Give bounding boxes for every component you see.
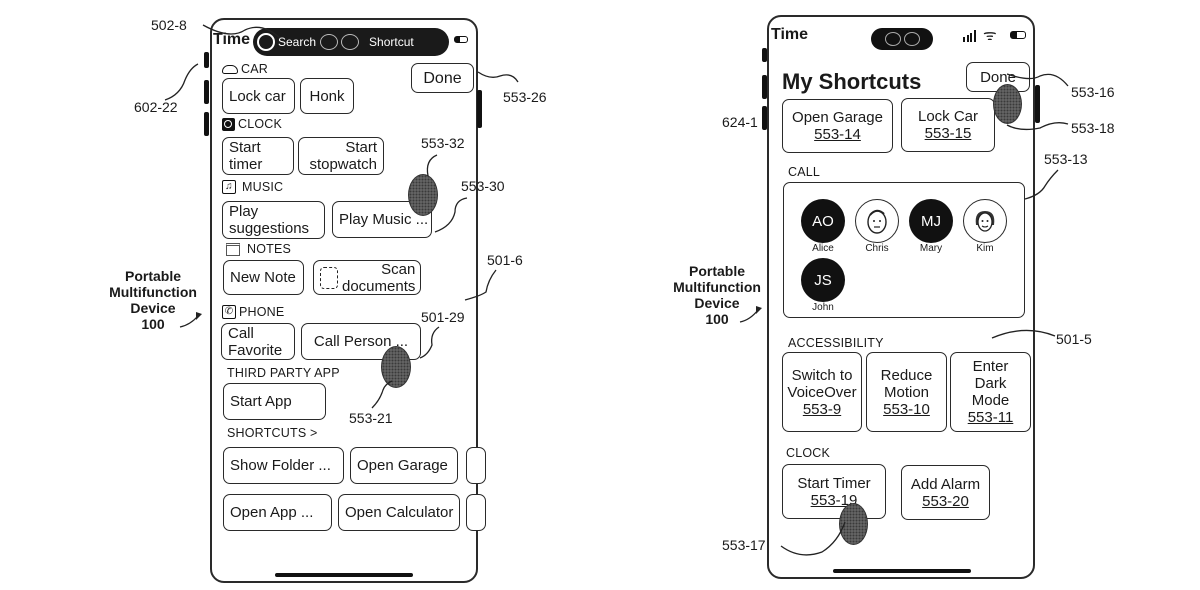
face-icon <box>867 209 887 234</box>
touch-contact-553-21 <box>381 346 411 388</box>
notes-icon <box>226 242 240 256</box>
ref-label: 502-8 <box>151 17 187 33</box>
right-side-button <box>477 90 482 128</box>
scan-documents-button[interactable]: Scan documents <box>313 260 421 295</box>
home-indicator[interactable] <box>275 573 413 577</box>
signal-icon <box>963 30 976 42</box>
contact-name: John <box>812 302 834 313</box>
cut-off-button[interactable] <box>466 494 486 531</box>
call-favorite-button[interactable]: Call Favorite <box>221 323 295 360</box>
contact-avatar-alice[interactable]: AO <box>801 199 845 243</box>
phone-icon: ✆ <box>222 305 236 319</box>
open-garage-button[interactable]: Open Garage <box>350 447 458 484</box>
ref-label: 553-32 <box>421 135 465 151</box>
car-icon <box>222 64 238 74</box>
voiceover-button[interactable]: Switch to VoiceOver 553-9 <box>782 352 862 432</box>
touch-contact-553-32 <box>408 174 438 216</box>
battery-icon <box>454 36 468 43</box>
start-timer-button[interactable]: Start Timer 553-19 <box>782 464 886 519</box>
contact-name: Kim <box>976 243 994 254</box>
ref-label: 553-13 <box>1044 151 1088 167</box>
start-app-button[interactable]: Start App <box>223 383 326 420</box>
touch-contact-553-18 <box>993 84 1022 124</box>
shortcut-label: Shortcut <box>369 35 414 49</box>
ref-label: 501-6 <box>487 252 523 268</box>
ref-label: 501-29 <box>421 309 465 325</box>
play-suggestions-button[interactable]: Play suggestions <box>222 201 325 239</box>
dark-mode-button[interactable]: Enter Dark Mode 553-11 <box>950 352 1031 432</box>
status-time: Time <box>771 26 809 43</box>
device-caption-right: Portable Multifunction Device 100 <box>673 263 761 327</box>
section-accessibility: ACCESSIBILITY <box>788 336 884 350</box>
left-side-button-2 <box>204 80 209 104</box>
contact-name: Alice <box>812 243 834 254</box>
left-side-button-3 <box>762 106 767 130</box>
section-clock: CLOCK <box>786 446 831 460</box>
start-timer-button[interactable]: Start timer <box>222 137 294 175</box>
camera-icon <box>884 32 901 46</box>
show-folder-button[interactable]: Show Folder ... <box>223 447 344 484</box>
section-call: CALL <box>788 165 821 179</box>
dynamic-island <box>871 28 933 50</box>
contact-name: Chris <box>865 243 889 254</box>
open-garage-button[interactable]: Open Garage 553-14 <box>782 99 893 153</box>
camera-icon <box>903 32 920 46</box>
leader-line <box>164 63 199 101</box>
device-caption-left: Portable Multifunction Device 100 <box>109 268 197 332</box>
done-button[interactable]: Done <box>411 63 474 93</box>
leader-line <box>477 71 519 83</box>
honk-button[interactable]: Honk <box>300 78 354 114</box>
section-notes: NOTES <box>226 242 291 256</box>
open-app-button[interactable]: Open App ... <box>223 494 332 531</box>
contact-avatar-john[interactable]: JS <box>801 258 845 302</box>
ref-label: 553-21 <box>349 410 393 426</box>
start-stopwatch-button[interactable]: Start stopwatch <box>298 137 384 175</box>
section-third-party-app: THIRD PARTY APP <box>227 366 340 380</box>
page-title: My Shortcuts <box>782 69 922 94</box>
ref-label: 553-30 <box>461 178 505 194</box>
contact-avatar-mary[interactable]: MJ <box>909 199 953 243</box>
battery-icon <box>1010 31 1026 39</box>
camera-icon <box>320 34 339 50</box>
search-icon <box>257 33 275 51</box>
home-indicator[interactable] <box>833 569 971 573</box>
contact-name: Mary <box>919 243 943 254</box>
open-calculator-button[interactable]: Open Calculator <box>338 494 460 531</box>
touch-contact-553-17 <box>839 503 868 545</box>
new-note-button[interactable]: New Note <box>223 260 304 295</box>
ref-label: 624-1 <box>722 114 758 130</box>
left-side-button-2 <box>762 75 767 99</box>
music-icon: ♫ <box>222 180 236 194</box>
section-phone: ✆ PHONE <box>222 305 284 319</box>
ref-label: 602-22 <box>134 99 178 115</box>
status-time: Time <box>213 31 251 48</box>
lock-car-button[interactable]: Lock Car 553-15 <box>901 98 995 152</box>
section-clock: CLOCK <box>222 117 282 131</box>
left-side-button-1 <box>762 48 767 62</box>
wifi-icon: ᯤ <box>983 27 997 44</box>
lock-car-button[interactable]: Lock car <box>222 78 295 114</box>
section-shortcuts-link[interactable]: SHORTCUTS > <box>227 426 318 440</box>
section-music: ♫ MUSIC <box>222 180 283 194</box>
ref-label: 553-17 <box>722 537 766 553</box>
cut-off-button[interactable] <box>466 447 486 484</box>
right-side-button <box>1035 85 1040 123</box>
clock-icon <box>222 117 235 131</box>
search-shortcut-pill[interactable]: Search Shortcut <box>253 28 449 56</box>
section-car: CAR <box>222 62 268 76</box>
scan-icon <box>320 266 338 289</box>
camera-icon <box>341 34 360 50</box>
face-icon <box>975 211 995 232</box>
contact-avatar-chris[interactable] <box>855 199 899 243</box>
left-side-button-3 <box>204 112 209 136</box>
contact-avatar-kim[interactable] <box>963 199 1007 243</box>
ref-label: 553-18 <box>1071 120 1115 136</box>
left-side-button-1 <box>204 52 209 68</box>
ref-label: 553-26 <box>503 89 547 105</box>
reduce-motion-button[interactable]: Reduce Motion 553-10 <box>866 352 947 432</box>
ref-label: 501-5 <box>1056 331 1092 347</box>
search-label: Search <box>278 35 317 49</box>
ref-label: 553-16 <box>1071 84 1115 100</box>
add-alarm-button[interactable]: Add Alarm 553-20 <box>901 465 990 520</box>
